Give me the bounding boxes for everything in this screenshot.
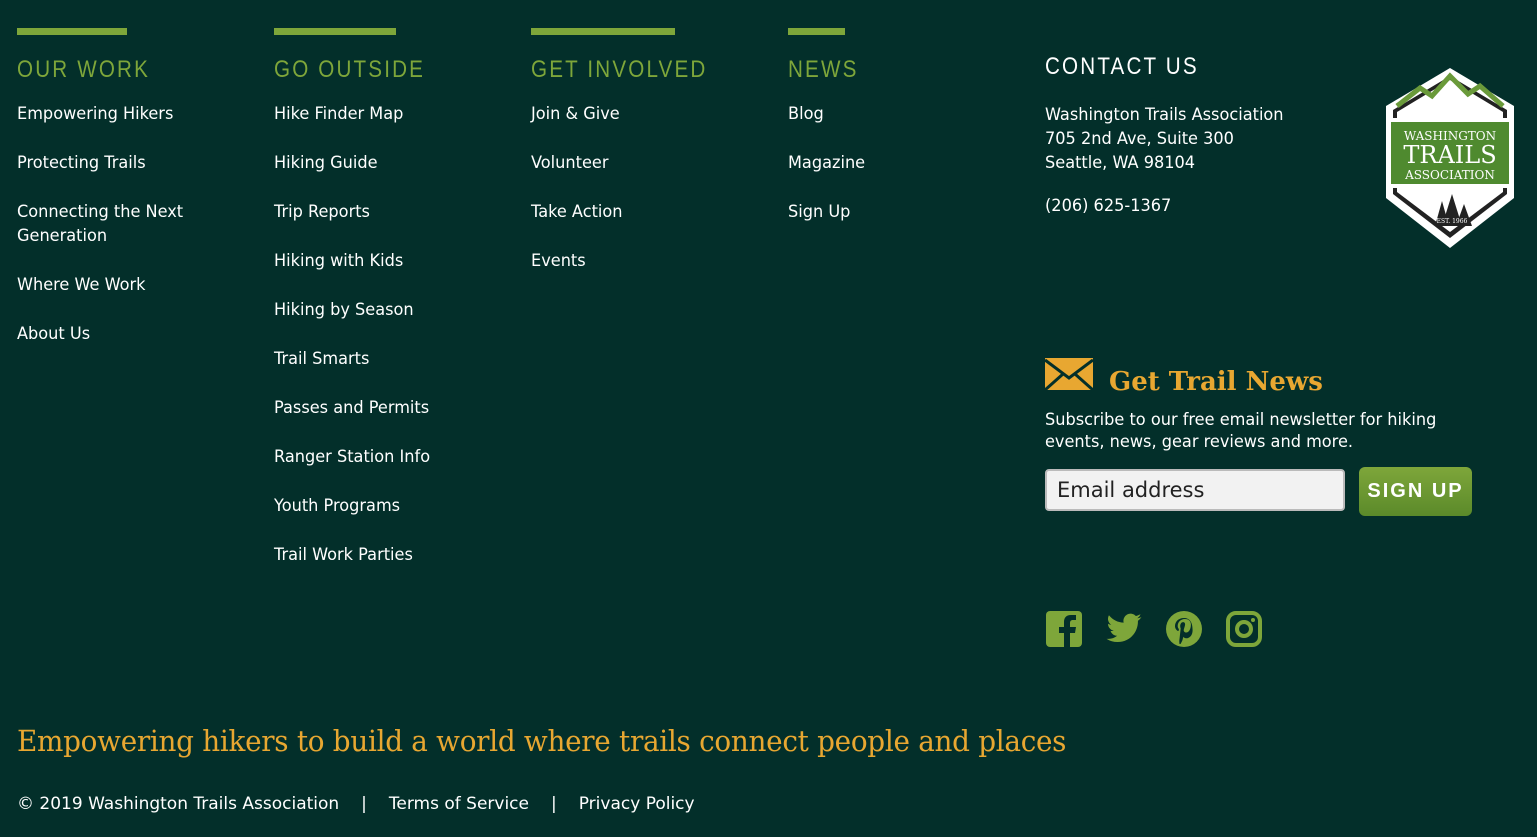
- footer-link[interactable]: Hiking by Season: [274, 300, 414, 320]
- accent-bar: [531, 28, 675, 35]
- facebook-icon[interactable]: [1045, 610, 1083, 648]
- privacy-link[interactable]: Privacy Policy: [579, 794, 695, 814]
- tagline: Empowering hikers to build a world where…: [17, 724, 1067, 758]
- sign-up-button[interactable]: SIGN UP: [1359, 467, 1472, 516]
- footer-link[interactable]: Protecting Trails: [17, 153, 146, 173]
- footer-column-go-outside: GO OUTSIDE Hike Finder Map Hiking Guide Tri…: [274, 28, 504, 592]
- footer-link[interactable]: Events: [531, 251, 586, 271]
- newsletter-description: Subscribe to our free email newsletter f…: [1045, 410, 1437, 430]
- contact-city: Seattle, WA 98104: [1045, 153, 1196, 173]
- footer-link[interactable]: Trail Smarts: [274, 349, 369, 369]
- instagram-icon[interactable]: [1225, 610, 1263, 648]
- footer-column-news: NEWS Blog Magazine Sign Up: [788, 28, 1018, 249]
- footer-column-get-involved: GET INVOLVED Join & Give Volunteer Take Act…: [531, 28, 761, 298]
- footer-link[interactable]: Where We Work: [17, 275, 145, 295]
- column-heading: GET INVOLVED: [531, 56, 708, 83]
- accent-bar: [274, 28, 396, 35]
- svg-text:TRAILS: TRAILS: [1403, 141, 1496, 169]
- divider: |: [551, 794, 557, 814]
- footer-link[interactable]: Empowering Hikers: [17, 104, 173, 124]
- newsletter-title: Get Trail News: [1109, 367, 1323, 397]
- footer-link[interactable]: Join & Give: [531, 104, 620, 124]
- twitter-icon[interactable]: [1105, 610, 1143, 648]
- terms-link[interactable]: Terms of Service: [389, 794, 529, 814]
- contact-org: Washington Trails Association: [1045, 105, 1284, 125]
- svg-text:ASSOCIATION: ASSOCIATION: [1404, 168, 1495, 182]
- footer-link[interactable]: Youth Programs: [274, 496, 400, 516]
- email-input[interactable]: [1045, 469, 1345, 511]
- svg-text:EST. 1966: EST. 1966: [1437, 218, 1468, 225]
- wta-logo[interactable]: WASHINGTON TRAILS ASSOCIATION EST. 1966: [1380, 66, 1520, 254]
- accent-bar: [17, 28, 127, 35]
- footer-link[interactable]: Ranger Station Info: [274, 447, 430, 467]
- footer-link[interactable]: Hike Finder Map: [274, 104, 403, 124]
- footer-link[interactable]: Hiking Guide: [274, 153, 378, 173]
- footer-link[interactable]: About Us: [17, 324, 90, 344]
- pinterest-icon[interactable]: [1165, 610, 1203, 648]
- accent-bar: [788, 28, 845, 35]
- contact-heading: CONTACT US: [1045, 53, 1199, 80]
- footer-link[interactable]: Blog: [788, 104, 824, 124]
- contact-phone: (206) 625-1367: [1045, 196, 1172, 216]
- footer-link[interactable]: Trail Work Parties: [274, 545, 413, 565]
- footer-link[interactable]: Connecting the Next Generation: [17, 202, 183, 246]
- column-heading: GO OUTSIDE: [274, 56, 426, 83]
- footer-link[interactable]: Volunteer: [531, 153, 608, 173]
- footer-link[interactable]: Take Action: [531, 202, 623, 222]
- footer-link[interactable]: Trip Reports: [274, 202, 370, 222]
- newsletter-description-2: events, news, gear reviews and more.: [1045, 432, 1354, 452]
- contact-street: 705 2nd Ave, Suite 300: [1045, 129, 1234, 149]
- legal-bar: © 2019 Washington Trails Association | T…: [17, 794, 695, 814]
- contact-section: CONTACT US Washington Trails Association…: [1045, 53, 1296, 218]
- column-heading: NEWS: [788, 56, 859, 83]
- divider: |: [361, 794, 367, 814]
- newsletter-section: Get Trail News Subscribe to our free ema…: [1044, 357, 1505, 516]
- copyright: © 2019 Washington Trails Association: [17, 794, 340, 814]
- social-links: [1045, 610, 1263, 648]
- envelope-icon: [1044, 357, 1094, 397]
- column-heading: OUR WORK: [17, 56, 151, 83]
- footer-link[interactable]: Magazine: [788, 153, 865, 173]
- footer-column-our-work: OUR WORK Empowering Hikers Protecting Trai…: [17, 28, 247, 371]
- footer-link[interactable]: Sign Up: [788, 202, 850, 222]
- footer-link[interactable]: Hiking with Kids: [274, 251, 403, 271]
- footer-link[interactable]: Passes and Permits: [274, 398, 429, 418]
